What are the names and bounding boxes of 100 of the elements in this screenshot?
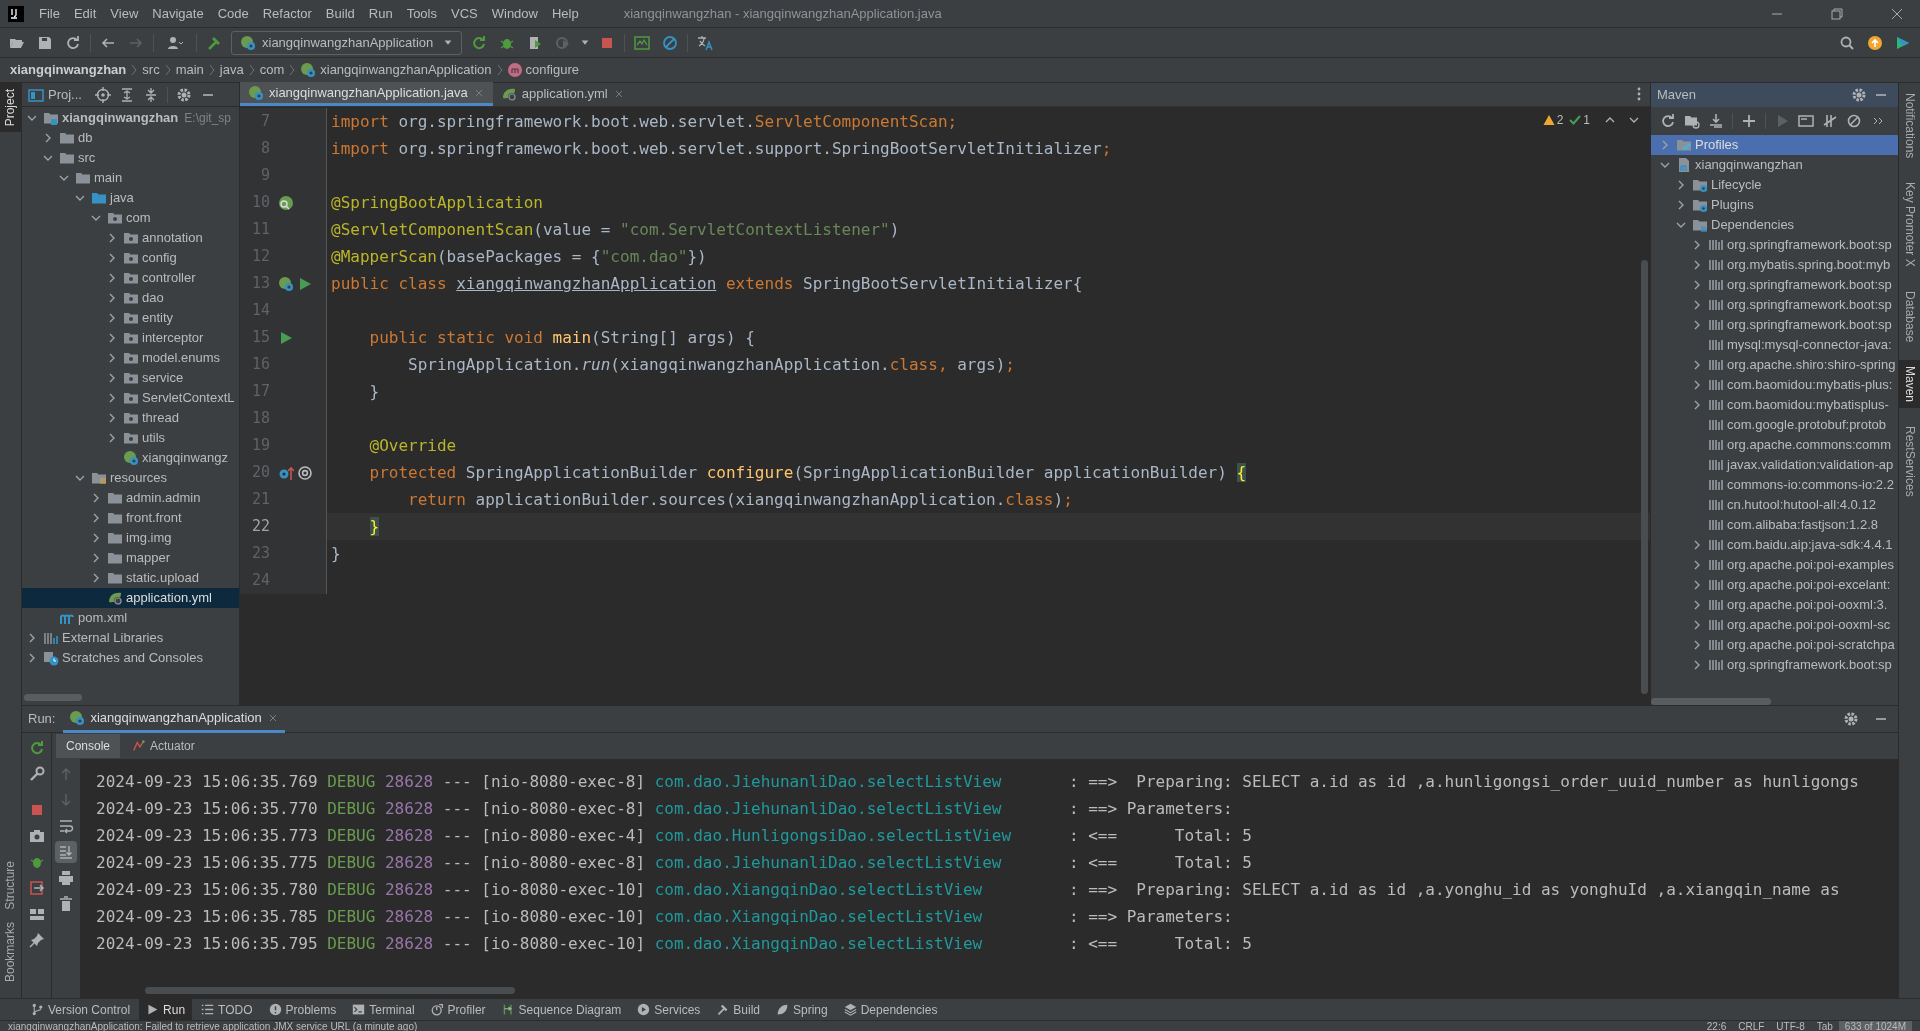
tree-item[interactable]: pom.xml xyxy=(22,608,239,628)
menu-item[interactable]: Edit xyxy=(66,3,104,24)
editor-tab[interactable]: xiangqinwangzhanApplication.java xyxy=(240,82,493,106)
tool-window-button[interactable]: Bookmarks xyxy=(0,915,21,988)
tree-item[interactable]: org.mybatis.spring.boot:myb xyxy=(1651,255,1898,275)
tree-item[interactable]: org.springframework.boot:sp xyxy=(1651,295,1898,315)
tree-item[interactable]: org.springframework.boot:sp xyxy=(1651,655,1898,675)
tool-window-button[interactable]: Structure xyxy=(0,855,21,916)
tree-item[interactable]: Profiles xyxy=(1651,135,1898,155)
warning-count[interactable]: 2 xyxy=(1542,111,1564,129)
tree-item[interactable]: cn.hutool:hutool-all:4.0.12 xyxy=(1651,495,1898,515)
breadcrumb-item[interactable]: configure xyxy=(507,60,580,80)
tree-item[interactable]: Lifecycle xyxy=(1651,175,1898,195)
tree-item[interactable]: mysql:mysql-connector-java: xyxy=(1651,335,1898,355)
tool-window-button[interactable]: Database xyxy=(1899,285,1920,349)
tree-item[interactable]: com.baomidou:mybatis-plus: xyxy=(1651,375,1898,395)
menu-item[interactable]: Tools xyxy=(399,3,444,24)
horizontal-scrollbar-thumb[interactable] xyxy=(24,694,82,701)
tree-item[interactable]: com.alibaba:fastjson:1.2.8 xyxy=(1651,515,1898,535)
scrollbar-thumb[interactable] xyxy=(1641,260,1648,694)
tool-window-button[interactable]: RestServices xyxy=(1899,420,1920,504)
passed-count[interactable]: 1 xyxy=(1569,111,1590,129)
status-item[interactable]: Tab xyxy=(1810,1020,1839,1031)
horizontal-scrollbar-thumb[interactable] xyxy=(1651,698,1771,705)
tree-item[interactable]: java xyxy=(22,188,239,208)
tool-window-button[interactable]: Dependencies xyxy=(836,998,945,1021)
tool-window-button[interactable]: Project xyxy=(0,83,21,133)
run-tab[interactable]: xiangqinwangzhanApplication xyxy=(63,705,285,733)
status-item[interactable]: 22:6 xyxy=(1700,1020,1733,1031)
tree-item[interactable]: entity xyxy=(22,308,239,328)
tool-window-button[interactable]: Build xyxy=(709,998,767,1021)
breadcrumb-item[interactable]: com xyxy=(259,60,285,80)
tree-item[interactable]: src xyxy=(22,148,239,168)
tree-item[interactable]: Dependencies xyxy=(1651,215,1898,235)
menu-item[interactable]: File xyxy=(32,3,67,24)
menu-item[interactable]: Help xyxy=(544,3,586,24)
tree-item[interactable]: org.springframework.boot:sp xyxy=(1651,235,1898,255)
console-tab[interactable]: Actuator xyxy=(122,734,205,758)
tool-window-button[interactable]: Sequence Diagram xyxy=(494,998,629,1021)
tree-item[interactable]: controller xyxy=(22,268,239,288)
panel-title[interactable]: Proj... xyxy=(28,84,82,105)
tree-item[interactable]: com xyxy=(22,208,239,228)
tree-item[interactable]: application.yml xyxy=(22,588,239,608)
tool-window-button[interactable]: Services xyxy=(630,998,708,1021)
tree-item[interactable]: xiangqinwangzhan E:\git_sp xyxy=(22,108,239,128)
breadcrumb-item[interactable]: main xyxy=(175,60,204,80)
tool-window-button[interactable]: Key Promoter X xyxy=(1899,176,1920,274)
tree-item[interactable]: com.baomidou:mybatisplus- xyxy=(1651,395,1898,415)
editor-tab[interactable]: application.yml xyxy=(492,82,633,106)
tree-item[interactable]: admin.admin xyxy=(22,488,239,508)
tree-item[interactable]: dao xyxy=(22,288,239,308)
tree-item[interactable]: org.springframework.boot:sp xyxy=(1651,275,1898,295)
tree-item[interactable]: javax.validation:validation-ap xyxy=(1651,455,1898,475)
run-configuration-dropdown[interactable]: xiangqinwangzhanApplication xyxy=(231,30,463,55)
horizontal-scrollbar-thumb[interactable] xyxy=(145,987,515,994)
tree-item[interactable]: thread xyxy=(22,408,239,428)
tool-window-button[interactable]: Spring xyxy=(769,998,835,1021)
tree-item[interactable]: org.springframework.boot:sp xyxy=(1651,315,1898,335)
menu-item[interactable]: Navigate xyxy=(145,3,211,24)
tree-item[interactable]: interceptor xyxy=(22,328,239,348)
tree-item[interactable]: External Libraries xyxy=(22,628,239,648)
tree-item[interactable]: static.upload xyxy=(22,568,239,588)
tree-item[interactable]: Plugins xyxy=(1651,195,1898,215)
tree-item[interactable]: db xyxy=(22,128,239,148)
console-tab[interactable]: Console xyxy=(56,734,121,758)
status-item[interactable]: UTF-8 xyxy=(1770,1020,1811,1031)
tool-window-button[interactable]: Notifications xyxy=(1899,87,1920,165)
tree-item[interactable]: ServletContextL xyxy=(22,388,239,408)
tree-item[interactable]: resources xyxy=(22,468,239,488)
tree-item[interactable]: org.apache.poi:poi-ooxml:3. xyxy=(1651,595,1898,615)
breadcrumb-item[interactable]: xiangqinwangzhan xyxy=(10,60,127,80)
breadcrumb-item[interactable]: src xyxy=(142,60,160,80)
menu-item[interactable]: Run xyxy=(361,3,400,24)
menu-item[interactable]: VCS xyxy=(444,3,485,24)
breadcrumb-item[interactable]: java xyxy=(219,60,244,80)
tree-item[interactable]: org.apache.poi:poi-examples xyxy=(1651,555,1898,575)
tool-window-button[interactable]: Run xyxy=(139,998,193,1021)
tool-window-button[interactable]: Terminal xyxy=(345,998,422,1021)
menu-item[interactable]: Code xyxy=(210,3,256,24)
status-item[interactable]: CRLF xyxy=(1732,1020,1771,1031)
tree-item[interactable]: xiangqinwangz xyxy=(22,448,239,468)
tree-item[interactable]: config xyxy=(22,248,239,268)
menu-item[interactable]: Build xyxy=(318,3,362,24)
memory-indicator[interactable]: 633 of 1024M xyxy=(1838,1020,1912,1031)
menu-item[interactable]: View xyxy=(103,3,146,24)
menu-item[interactable]: Refactor xyxy=(255,3,319,24)
tool-window-button[interactable]: Problems xyxy=(261,998,344,1021)
tree-item[interactable]: mapper xyxy=(22,548,239,568)
menu-item[interactable]: Window xyxy=(484,3,545,24)
tool-window-button[interactable]: Version Control xyxy=(24,998,138,1021)
tree-item[interactable]: Scratches and Consoles xyxy=(22,648,239,668)
tree-item[interactable]: img.img xyxy=(22,528,239,548)
tree-item[interactable]: main xyxy=(22,168,239,188)
tree-item[interactable]: com.baidu.aip:java-sdk:4.4.1 xyxy=(1651,535,1898,555)
tree-item[interactable]: org.apache.commons:comm xyxy=(1651,435,1898,455)
breadcrumb-item[interactable]: xiangqinwangzhanApplication xyxy=(300,60,492,80)
tree-item[interactable]: service xyxy=(22,368,239,388)
tree-item[interactable]: org.apache.shiro:shiro-spring xyxy=(1651,355,1898,375)
tree-item[interactable]: model.enums xyxy=(22,348,239,368)
tree-item[interactable]: org.apache.poi:poi-excelant: xyxy=(1651,575,1898,595)
